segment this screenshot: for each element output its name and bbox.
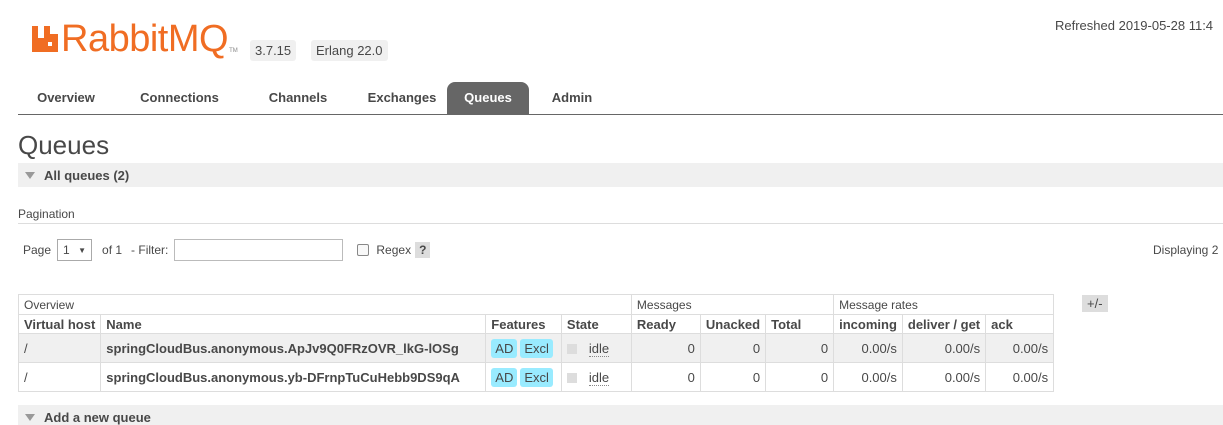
displaying-count: Displaying 2 bbox=[1153, 243, 1219, 257]
row-ack: 0.00/s bbox=[985, 333, 1055, 363]
col-virtual-host[interactable]: Virtual host bbox=[17, 314, 102, 334]
group-overview: Overview bbox=[18, 294, 632, 315]
filter-input[interactable] bbox=[174, 239, 344, 261]
feature-badge-excl: Excl bbox=[520, 338, 553, 358]
tab-queues[interactable]: Queues bbox=[447, 82, 529, 114]
row-total: 0 bbox=[765, 333, 835, 363]
group-message-rates: Message rates bbox=[833, 294, 1055, 315]
row-incoming: 0.00/s bbox=[833, 333, 903, 363]
row-ack: 0.00/s bbox=[985, 362, 1055, 392]
tab-exchanges[interactable]: Exchanges bbox=[342, 82, 462, 114]
refreshed-status[interactable]: Refreshed 2019-05-28 11:4 bbox=[1055, 18, 1213, 33]
col-ready[interactable]: Ready bbox=[630, 314, 701, 334]
state-indicator bbox=[566, 344, 577, 355]
tab-overview[interactable]: Overview bbox=[18, 82, 114, 114]
page-label: Page bbox=[23, 243, 52, 257]
row-deliver-get: 0.00/s bbox=[901, 333, 987, 363]
page-select-value: 1 bbox=[63, 243, 70, 257]
col-state[interactable]: State bbox=[560, 314, 632, 334]
pagination-controls: Page 1 ▼ of 1 - Filter: Regex ? bbox=[23, 238, 431, 262]
row-features: AD Excl bbox=[485, 333, 562, 363]
logo-text: RabbitMQ bbox=[61, 18, 229, 60]
row-unacked: 0 bbox=[699, 333, 767, 363]
column-toggle-button[interactable]: +/- bbox=[1082, 295, 1108, 312]
collapse-triangle-icon bbox=[25, 414, 35, 421]
logo-trademark: TM bbox=[229, 48, 238, 54]
queue-name-link[interactable]: springCloudBus.anonymous.ApJv9Q0FRzOVR_l… bbox=[100, 333, 487, 363]
version-badge: 3.7.15 bbox=[250, 40, 297, 61]
col-unacked[interactable]: Unacked bbox=[699, 314, 767, 334]
row-vhost: / bbox=[17, 362, 102, 392]
page-of-label: of 1 bbox=[102, 243, 123, 257]
all-queues-label: All queues (2) bbox=[44, 168, 130, 183]
chevron-down-icon: ▼ bbox=[78, 245, 87, 255]
regex-checkbox[interactable] bbox=[357, 244, 370, 256]
col-name[interactable]: Name bbox=[100, 314, 487, 334]
page-title: Queues bbox=[18, 130, 110, 160]
row-unacked: 0 bbox=[699, 362, 767, 392]
tab-channels[interactable]: Channels bbox=[243, 82, 353, 114]
feature-badge-ad: AD bbox=[491, 367, 518, 387]
table-row: / springCloudBus.anonymous.yb-DFrnpTuCuH… bbox=[17, 362, 1055, 392]
regex-help-button[interactable]: ? bbox=[415, 242, 431, 258]
col-ack[interactable]: ack bbox=[985, 314, 1055, 334]
all-queues-section-toggle[interactable]: All queues (2) bbox=[18, 163, 1223, 187]
state-text: idle bbox=[588, 369, 610, 386]
pagination-heading: Pagination bbox=[18, 207, 75, 221]
tab-connections[interactable]: Connections bbox=[116, 82, 243, 114]
erlang-version-badge: Erlang 22.0 bbox=[311, 40, 388, 61]
col-deliver-get[interactable]: deliver / get bbox=[901, 314, 987, 334]
row-ready: 0 bbox=[630, 362, 701, 392]
row-total: 0 bbox=[765, 362, 835, 392]
regex-label: Regex bbox=[376, 243, 412, 257]
col-features: Features bbox=[485, 314, 562, 334]
add-queue-section-toggle[interactable]: Add a new queue bbox=[18, 405, 1223, 425]
col-total[interactable]: Total bbox=[765, 314, 835, 334]
queue-name-link[interactable]: springCloudBus.anonymous.yb-DFrnpTuCuHeb… bbox=[100, 362, 487, 392]
col-incoming[interactable]: incoming bbox=[833, 314, 903, 334]
feature-badge-excl: Excl bbox=[520, 367, 553, 387]
page-select[interactable]: 1 ▼ bbox=[57, 239, 93, 261]
feature-badge-ad: AD bbox=[491, 338, 518, 358]
collapse-triangle-icon bbox=[25, 172, 35, 179]
tab-admin[interactable]: Admin bbox=[538, 82, 606, 114]
rabbitmq-logo-icon bbox=[32, 26, 58, 52]
filter-label: - Filter: bbox=[131, 243, 169, 257]
state-text: idle bbox=[588, 340, 610, 357]
row-state: idle bbox=[560, 333, 632, 363]
state-indicator bbox=[566, 373, 577, 384]
row-features: AD Excl bbox=[485, 362, 562, 392]
row-ready: 0 bbox=[630, 333, 701, 363]
row-vhost: / bbox=[17, 333, 102, 363]
row-incoming: 0.00/s bbox=[833, 362, 903, 392]
rabbitmq-logo: RabbitMQ TM bbox=[30, 20, 238, 58]
group-messages: Messages bbox=[630, 294, 835, 315]
queues-table: Overview Messages Message rates Virtual … bbox=[17, 294, 1055, 392]
main-nav-tabs: Overview Connections Channels Exchanges … bbox=[18, 82, 1223, 115]
add-queue-label: Add a new queue bbox=[44, 410, 151, 425]
row-state: idle bbox=[560, 362, 632, 392]
row-deliver-get: 0.00/s bbox=[901, 362, 987, 392]
divider bbox=[18, 223, 1223, 224]
table-row: / springCloudBus.anonymous.ApJv9Q0FRzOVR… bbox=[17, 333, 1055, 363]
